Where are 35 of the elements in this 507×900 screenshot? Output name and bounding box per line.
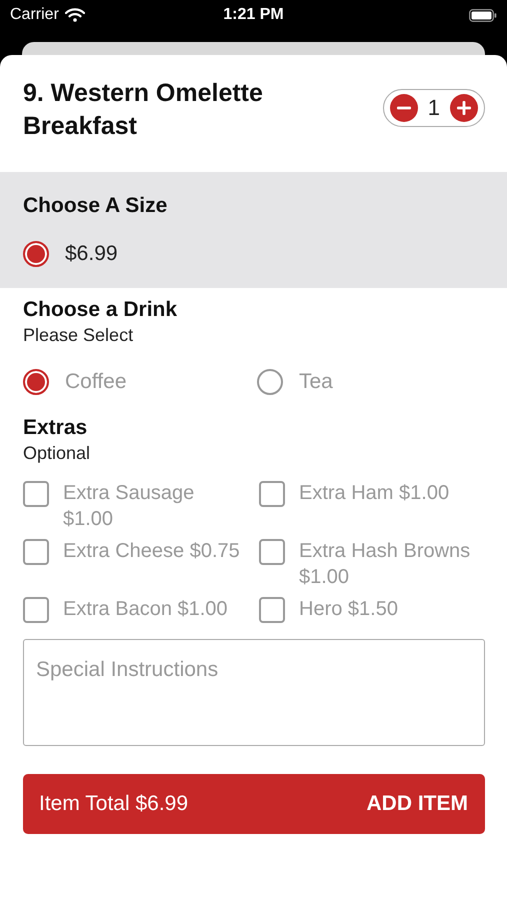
status-time: 1:21 PM [223, 6, 284, 24]
checkbox[interactable] [23, 597, 49, 623]
add-item-button[interactable]: Item Total $6.99 ADD ITEM [23, 774, 485, 834]
carrier-name: Carrier [10, 6, 59, 24]
minus-icon [390, 94, 418, 122]
option-label: Extra Bacon $1.00 [63, 597, 229, 622]
section-subtitle: Please Select [23, 325, 134, 346]
section-subtitle: Optional [23, 443, 92, 464]
option-label: Extra Cheese $0.75 [63, 539, 241, 564]
option-label: Tea [299, 370, 333, 394]
section-title: Extras [23, 416, 88, 440]
option-label: Extra Ham $1.00 [299, 481, 450, 506]
wifi-icon [64, 8, 85, 22]
special-instructions-field[interactable]: Special Instructions [23, 639, 485, 746]
increase-button[interactable] [450, 94, 478, 122]
quantity-value: 1 [428, 95, 440, 121]
option-label: Extra Sausage $1.00 [63, 481, 196, 532]
checkbox[interactable] [259, 597, 285, 623]
section-title: Choose a Drink [23, 298, 178, 322]
option-label: $6.99 [65, 242, 118, 266]
item-title: 9. Western Omelette Breakfast [23, 78, 264, 142]
plus-icon [450, 94, 478, 122]
battery-icon [469, 8, 497, 22]
radio-button[interactable] [23, 369, 49, 395]
radio-button[interactable] [23, 241, 49, 267]
checkbox[interactable] [23, 539, 49, 565]
checkbox[interactable] [259, 539, 285, 565]
checkbox[interactable] [23, 481, 49, 507]
option-label: Hero $1.50 [299, 597, 399, 622]
option-label: Extra Hash Browns $1.00 [299, 539, 472, 590]
checkbox[interactable] [259, 481, 285, 507]
radio-button[interactable] [257, 369, 283, 395]
option-label: Coffee [65, 370, 126, 394]
decrease-button[interactable] [390, 94, 418, 122]
section-title: Choose A Size [23, 194, 168, 218]
